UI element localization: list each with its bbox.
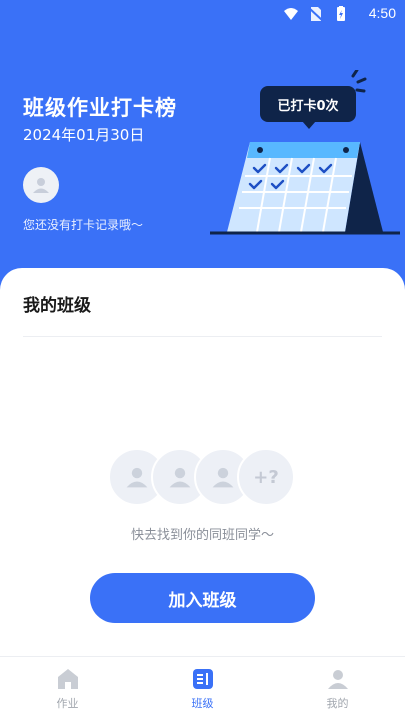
battery-icon <box>337 6 345 21</box>
classmates-placeholder: +? <box>108 448 298 508</box>
my-class-title: 我的班级 <box>23 296 91 316</box>
user-placeholder-icon <box>169 467 191 488</box>
wifi-icon <box>284 8 298 20</box>
user-placeholder-icon <box>33 178 49 193</box>
user-placeholder-icon <box>126 467 148 488</box>
my-class-card: 我的班级 +? 快去找到你的同班同学～ 加入班级 <box>0 268 405 658</box>
tab-label: 作业 <box>56 697 79 710</box>
status-bar: 4:50 <box>0 0 405 28</box>
no-sim-icon <box>308 7 324 22</box>
user-icon <box>327 670 348 689</box>
join-class-button[interactable]: 加入班级 <box>90 573 315 623</box>
tab-mine[interactable]: 我的 <box>270 657 405 720</box>
tab-label: 我的 <box>326 697 349 710</box>
tab-homework[interactable]: 作业 <box>0 657 135 720</box>
more-classmates-placeholder: +? <box>237 448 295 506</box>
no-record-text: 您还没有打卡记录哦～ <box>23 218 144 232</box>
page-title: 班级作业打卡榜 <box>23 96 177 120</box>
class-icon <box>192 669 213 689</box>
current-date: 2024年01月30日 <box>23 126 145 144</box>
tab-label: 班级 <box>191 697 214 710</box>
empty-hint: 快去找到你的同班同学～ <box>130 528 274 543</box>
status-icons <box>283 6 349 22</box>
avatar[interactable] <box>23 167 59 203</box>
divider <box>23 336 382 337</box>
checkin-count-badge: 已打卡0次 <box>260 86 356 129</box>
user-placeholder-icon <box>212 467 234 488</box>
home-icon <box>57 669 78 689</box>
tab-class[interactable]: 班级 <box>135 657 270 720</box>
hero-banner: 4:50 班级作业打卡榜 2024年01月30日 您还没有打卡记录哦～ 已打卡0… <box>0 0 405 300</box>
bottom-tab-bar: 作业 班级 我的 <box>0 656 405 720</box>
status-time: 4:50 <box>368 5 396 21</box>
